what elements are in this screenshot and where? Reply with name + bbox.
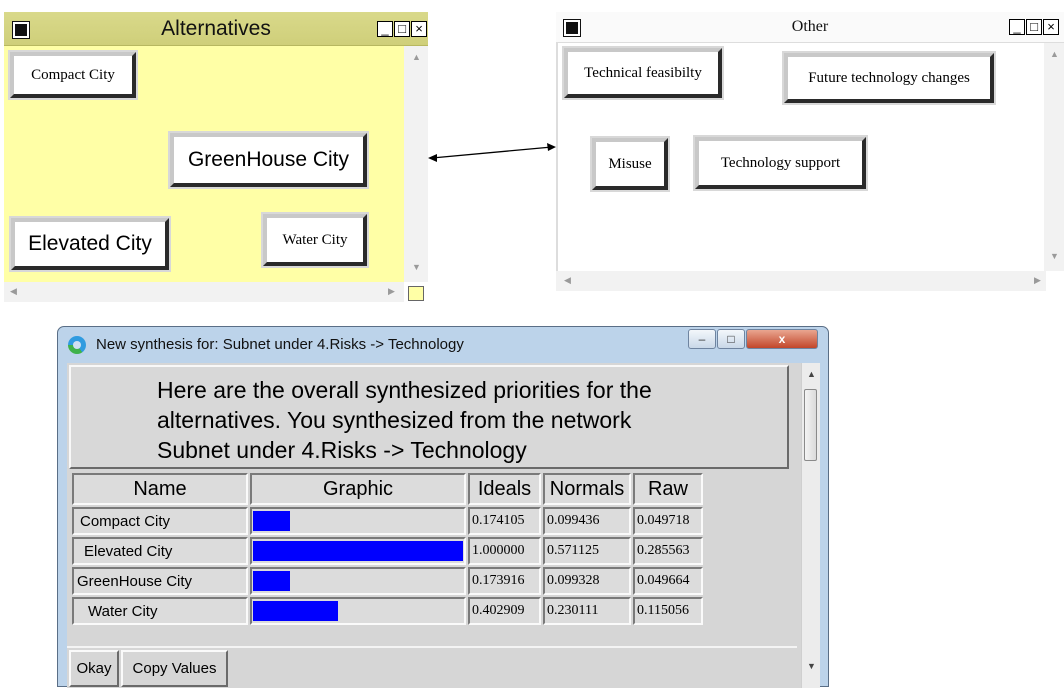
minimize-button[interactable]: – (688, 329, 716, 349)
node-water-city[interactable]: Water City (261, 212, 369, 268)
dialog-title: New synthesis for: Subnet under 4.Risks … (96, 336, 464, 353)
column-header-normals: Normals (543, 473, 631, 505)
scroll-up-icon[interactable]: ▲ (807, 369, 816, 379)
close-button[interactable]: × (411, 21, 427, 37)
connection-arrow[interactable] (428, 138, 558, 168)
other-title-bar[interactable]: Other _ □ × (556, 12, 1064, 43)
column-header-ideals: Ideals (468, 473, 541, 505)
row-name: Compact City (72, 507, 248, 535)
priority-bar (253, 601, 338, 621)
node-elevated-city[interactable]: Elevated City (9, 216, 171, 272)
scroll-down-icon[interactable]: ▼ (412, 262, 421, 272)
raw-value: 0.285563 (633, 537, 703, 565)
scroll-thumb[interactable] (804, 389, 817, 461)
scroll-left-icon[interactable]: ◀ (564, 275, 571, 286)
scroll-up-icon[interactable]: ▲ (1050, 49, 1059, 59)
raw-value: 0.049718 (633, 507, 703, 535)
node-compact-city[interactable]: Compact City (8, 50, 138, 100)
okay-button[interactable]: Okay (69, 650, 119, 687)
close-button[interactable]: x (746, 329, 818, 349)
graphic-cell (250, 567, 466, 595)
graphic-cell (250, 537, 466, 565)
resize-corner[interactable] (408, 286, 424, 301)
alternatives-vertical-scrollbar[interactable]: ▲ ▼ (404, 46, 428, 282)
scroll-right-icon[interactable]: ▶ (1034, 275, 1041, 286)
node-misuse[interactable]: Misuse (590, 136, 670, 192)
scroll-right-icon[interactable]: ▶ (388, 286, 395, 297)
message-line: Here are the overall synthesized priorit… (157, 377, 652, 403)
row-name: Elevated City (72, 537, 248, 565)
minimize-button[interactable]: _ (377, 21, 393, 37)
ideal-value: 0.174105 (468, 507, 541, 535)
normal-value: 0.099328 (543, 567, 631, 595)
minimize-button[interactable]: _ (1009, 19, 1025, 35)
node-greenhouse-city[interactable]: GreenHouse City (168, 131, 369, 189)
alternatives-title-bar[interactable]: Alternatives _ □ × (4, 12, 428, 46)
row-name: Water City (72, 597, 248, 625)
row-name: GreenHouse City (72, 567, 248, 595)
raw-value: 0.115056 (633, 597, 703, 625)
message-line: alternatives. You synthesized from the n… (157, 407, 632, 433)
priorities-table: Name Graphic Ideals Normals Raw Compact … (67, 471, 791, 645)
column-header-graphic: Graphic (250, 473, 466, 505)
other-cluster-window[interactable]: Other _ □ × Technical feasibilty Future … (556, 12, 1064, 291)
node-future-technology-changes[interactable]: Future technology changes (782, 51, 996, 105)
column-header-raw: Raw (633, 473, 703, 505)
normal-value: 0.230111 (543, 597, 631, 625)
close-button[interactable]: × (1043, 19, 1059, 35)
ideal-value: 0.173916 (468, 567, 541, 595)
scroll-left-icon[interactable]: ◀ (10, 286, 17, 297)
message-line: Subnet under 4.Risks -> Technology (157, 437, 527, 463)
scroll-down-icon[interactable]: ▼ (807, 661, 816, 671)
normal-value: 0.571125 (543, 537, 631, 565)
other-vertical-scrollbar[interactable]: ▲ ▼ (1044, 43, 1064, 271)
alternatives-canvas[interactable]: Compact City GreenHouse City Elevated Ci… (4, 46, 404, 282)
synthesis-message: Here are the overall synthesized priorit… (69, 365, 789, 469)
ideal-value: 0.402909 (468, 597, 541, 625)
node-technology-support[interactable]: Technology support (693, 135, 868, 191)
priority-bar (253, 571, 290, 591)
refresh-icon (68, 336, 86, 354)
scroll-up-icon[interactable]: ▲ (412, 52, 421, 62)
raw-value: 0.049664 (633, 567, 703, 595)
maximize-button[interactable]: □ (717, 329, 745, 349)
button-bar: Okay Copy Values (67, 646, 797, 690)
other-horizontal-scrollbar[interactable]: ◀ ▶ (556, 271, 1046, 291)
column-header-name: Name (72, 473, 248, 505)
graphic-cell (250, 507, 466, 535)
node-technical-feasibility[interactable]: Technical feasibilty (562, 46, 724, 100)
ideal-value: 1.000000 (468, 537, 541, 565)
synthesis-dialog[interactable]: New synthesis for: Subnet under 4.Risks … (57, 326, 829, 690)
other-title: Other (791, 18, 829, 35)
alternatives-title: Alternatives (161, 17, 271, 40)
priority-bar (253, 511, 290, 531)
maximize-button[interactable]: □ (1026, 19, 1042, 35)
maximize-button[interactable]: □ (394, 21, 410, 37)
priority-bar (253, 541, 463, 561)
copy-values-button[interactable]: Copy Values (121, 650, 228, 687)
alternatives-horizontal-scrollbar[interactable]: ◀ ▶ (4, 282, 404, 302)
graphic-cell (250, 597, 466, 625)
dialog-vertical-scrollbar[interactable]: ▲ ▼ (801, 363, 820, 688)
scroll-down-icon[interactable]: ▼ (1050, 251, 1059, 261)
other-canvas[interactable]: Technical feasibilty Future technology c… (556, 43, 1046, 272)
alternatives-cluster-window[interactable]: Alternatives _ □ × Compact City GreenHou… (4, 12, 428, 302)
dialog-content: Here are the overall synthesized priorit… (67, 363, 820, 690)
normal-value: 0.099436 (543, 507, 631, 535)
